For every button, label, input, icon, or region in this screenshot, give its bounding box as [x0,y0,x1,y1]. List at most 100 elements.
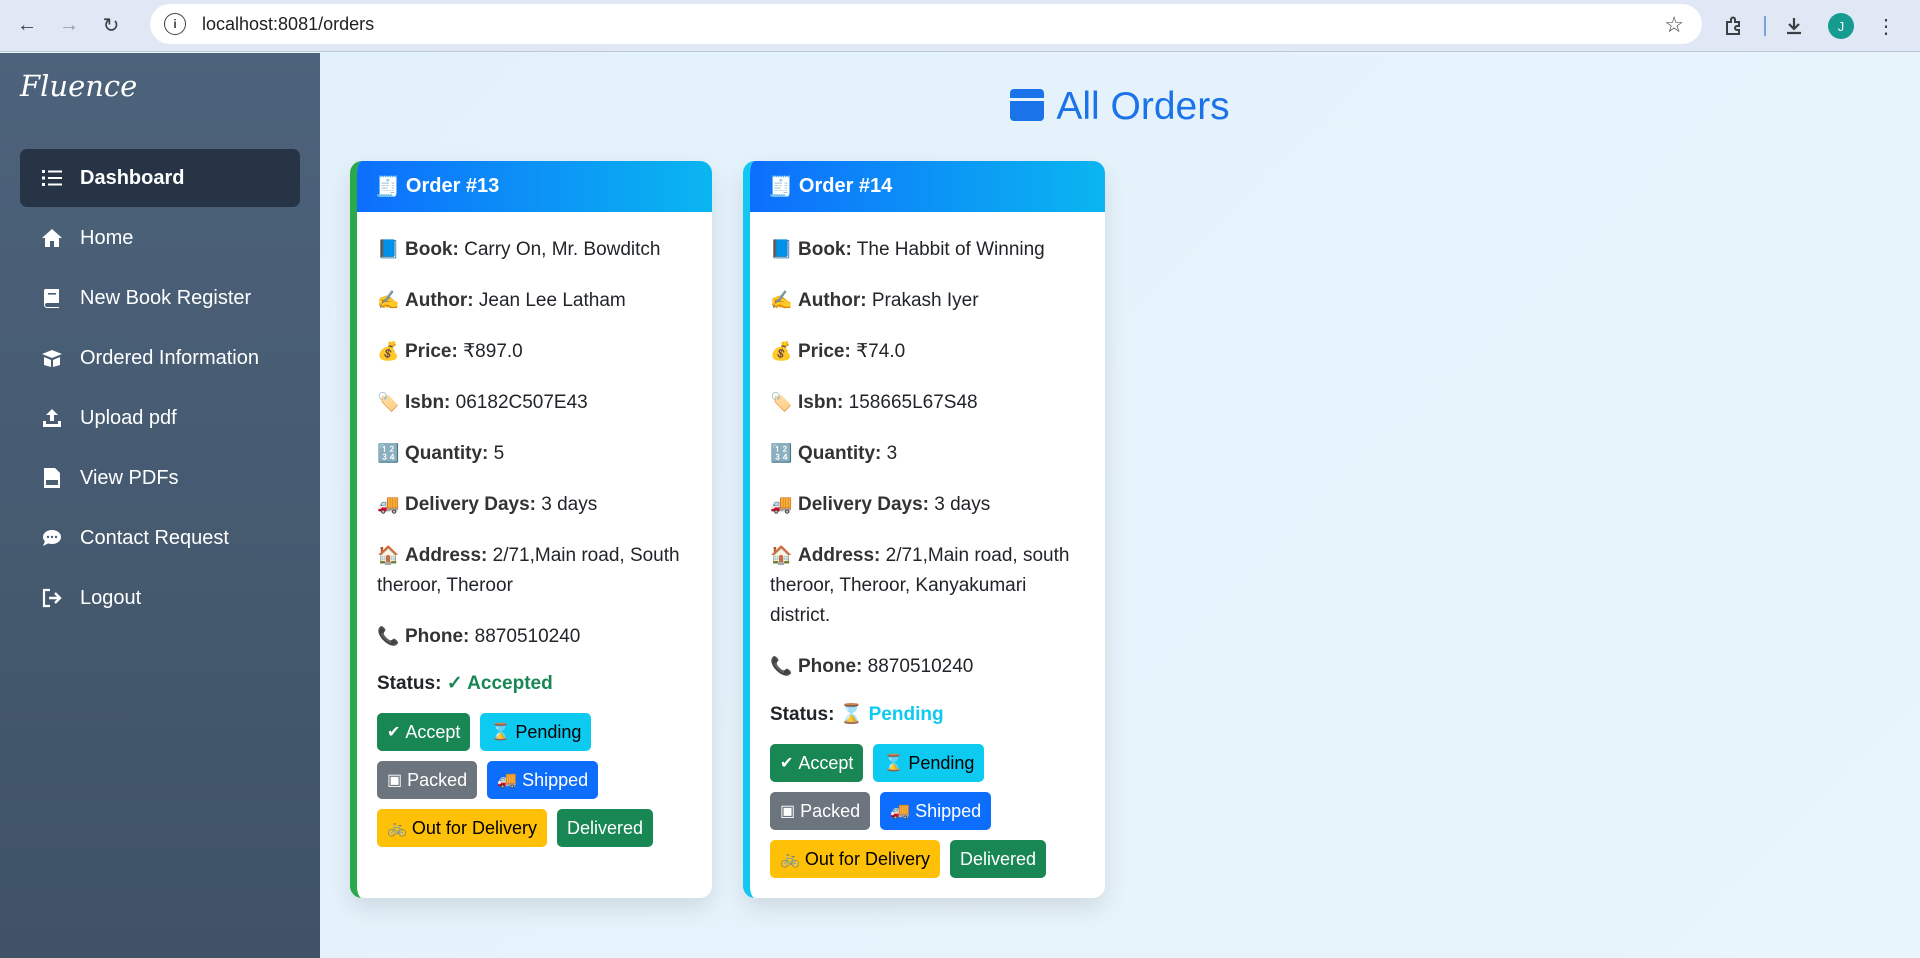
page-title-text: All Orders [1056,85,1230,128]
profile-avatar[interactable]: J [1828,13,1854,39]
box-icon: ▣ [387,772,403,789]
back-arrow-icon[interactable]: ← [12,11,42,41]
brand-logo[interactable]: Fluence [20,69,137,103]
sidebar-item-ordered-information[interactable]: Ordered Information [20,329,300,387]
order-card-header: 🧾 Order #14 [750,161,1105,212]
check-icon: ✔ [387,724,401,741]
packed-button[interactable]: ▣ Packed [770,792,871,830]
blue-book-icon: 📘 [377,239,400,259]
order-book: 📘 Book: The Habbit of Winning [770,234,1085,265]
order-quantity: 🔢 Quantity: 3 [770,438,1085,469]
blue-book-icon: 📘 [770,239,793,259]
menu-kebab-icon[interactable]: ⋮ [1868,8,1904,44]
extensions-icon[interactable] [1716,8,1752,44]
writing-hand-icon: ✍️ [377,290,400,310]
home-icon [38,228,66,248]
order-phone: 📞 Phone: 8870510240 [770,651,1085,682]
order-isbn: 🏷️ Isbn: 158665L67S48 [770,387,1085,418]
shipped-button[interactable]: 🚚 Shipped [487,761,599,799]
sidebar-item-view-pdfs[interactable]: View PDFs [20,449,300,507]
forward-arrow-icon[interactable]: → [54,11,84,41]
sidebar-item-upload-pdf[interactable]: Upload pdf [20,389,300,447]
order-address: 🏠 Address: 2/71,Main road, South theroor,… [377,540,692,601]
order-phone: 📞 Phone: 8870510240 [377,621,692,652]
truck-icon: 🚚 [770,494,793,514]
truck-icon: 🚚 [377,494,400,514]
reload-icon[interactable]: ↻ [96,11,126,41]
check-icon: ✔ [780,755,794,772]
pending-button[interactable]: ⌛ Pending [873,744,985,782]
sidebar-item-label: Dashboard [80,166,185,189]
hourglass-icon: ⌛ [883,755,904,772]
order-isbn: 🏷️ Isbn: 06182C507E43 [377,387,692,418]
order-author: ✍️ Author: Prakash Iyer [770,285,1085,316]
address-bar[interactable]: i localhost:8081/orders ☆ [150,4,1702,44]
toolbar-divider [1764,16,1766,36]
order-author: ✍️ Author: Jean Lee Latham [377,285,692,316]
order-book: 📘 Book: Carry On, Mr. Bowditch [377,234,692,265]
bicycle-icon: 🚲 [780,851,800,868]
sidebar-item-home[interactable]: Home [20,209,300,267]
logout-icon [38,588,66,608]
order-quantity: 🔢 Quantity: 5 [377,438,692,469]
sidebar-item-label: Contact Request [80,526,229,549]
sidebar-item-label: Ordered Information [80,346,259,369]
order-price: 💰 Price: ₹74.0 [770,336,1085,367]
sidebar-item-logout[interactable]: Logout [20,569,300,627]
order-price: 💰 Price: ₹897.0 [377,336,692,367]
pdf-icon [38,467,66,489]
bicycle-icon: 🚲 [387,820,407,837]
money-bag-icon: 💰 [770,341,793,361]
order-title: Order #13 [405,175,500,197]
house-icon: 🏠 [770,545,793,565]
chat-icon [38,529,66,547]
box-icon: ▣ [780,803,796,820]
tag-icon: 🏷️ [770,392,793,412]
sidebar-item-label: New Book Register [80,286,252,309]
book-icon [38,288,66,308]
hourglass-icon: ⌛ [490,724,511,741]
packed-button[interactable]: ▣ Packed [377,761,478,799]
tag-icon: 🏷️ [377,392,400,412]
out-for-delivery-button[interactable]: 🚲 Out for Delivery [377,809,547,847]
accept-button[interactable]: ✔ Accept [770,744,864,782]
order-status: Status: ✓ Accepted [377,673,553,694]
order-card: 🧾 Order #13 📘 Book: Carry On, Mr. Bowditc… [350,161,712,898]
order-address: 🏠 Address: 2/71,Main road, south theroor,… [770,540,1085,631]
order-delivery-days: 🚚 Delivery Days: 3 days [377,489,692,520]
sidebar-item-dashboard[interactable]: Dashboard [20,149,300,207]
list-icon [38,169,66,187]
page-title: All Orders [320,85,1920,129]
bookmark-star-icon[interactable]: ☆ [1664,12,1684,38]
receipt-icon: 🧾 [375,176,400,198]
numbers-icon: 🔢 [377,443,400,463]
status-badge: ✓ Accepted [446,673,553,694]
order-title: Order #14 [798,175,893,197]
upload-icon [38,408,66,428]
status-actions: ✔ Accept ⌛ Pending ▣ Packed 🚚 Shipped 🚲 Out f… [770,744,1085,878]
box-icon [38,348,66,368]
sidebar-item-contact-request[interactable]: Contact Request [20,509,300,567]
phone-icon: 📞 [770,656,793,676]
sidebar-item-label: Logout [80,586,142,609]
download-icon[interactable] [1776,8,1812,44]
site-info-icon[interactable]: i [164,13,186,35]
order-card: 🧾 Order #14 📘 Book: The Habbit of Winning… [743,161,1105,898]
out-for-delivery-button[interactable]: 🚲 Out for Delivery [770,840,940,878]
box-icon [1010,89,1045,121]
phone-icon: 📞 [377,626,400,646]
delivered-button[interactable]: Delivered [949,840,1047,878]
sidebar-item-new-book-register[interactable]: New Book Register [20,269,300,327]
sidebar-item-label: View PDFs [80,466,179,489]
sidebar-item-label: Upload pdf [80,406,177,429]
url-text[interactable]: localhost:8081/orders [202,14,374,35]
browser-toolbar: ← → ↻ i localhost:8081/orders ☆ J ⋮ [0,0,1920,52]
writing-hand-icon: ✍️ [770,290,793,310]
accept-button[interactable]: ✔ Accept [377,713,471,751]
pending-button[interactable]: ⌛ Pending [480,713,592,751]
truck-icon: 🚚 [890,803,911,820]
delivered-button[interactable]: Delivered [556,809,654,847]
shipped-button[interactable]: 🚚 Shipped [880,792,992,830]
truck-icon: 🚚 [497,772,518,789]
order-status: Status: ⌛ Pending [770,704,944,725]
